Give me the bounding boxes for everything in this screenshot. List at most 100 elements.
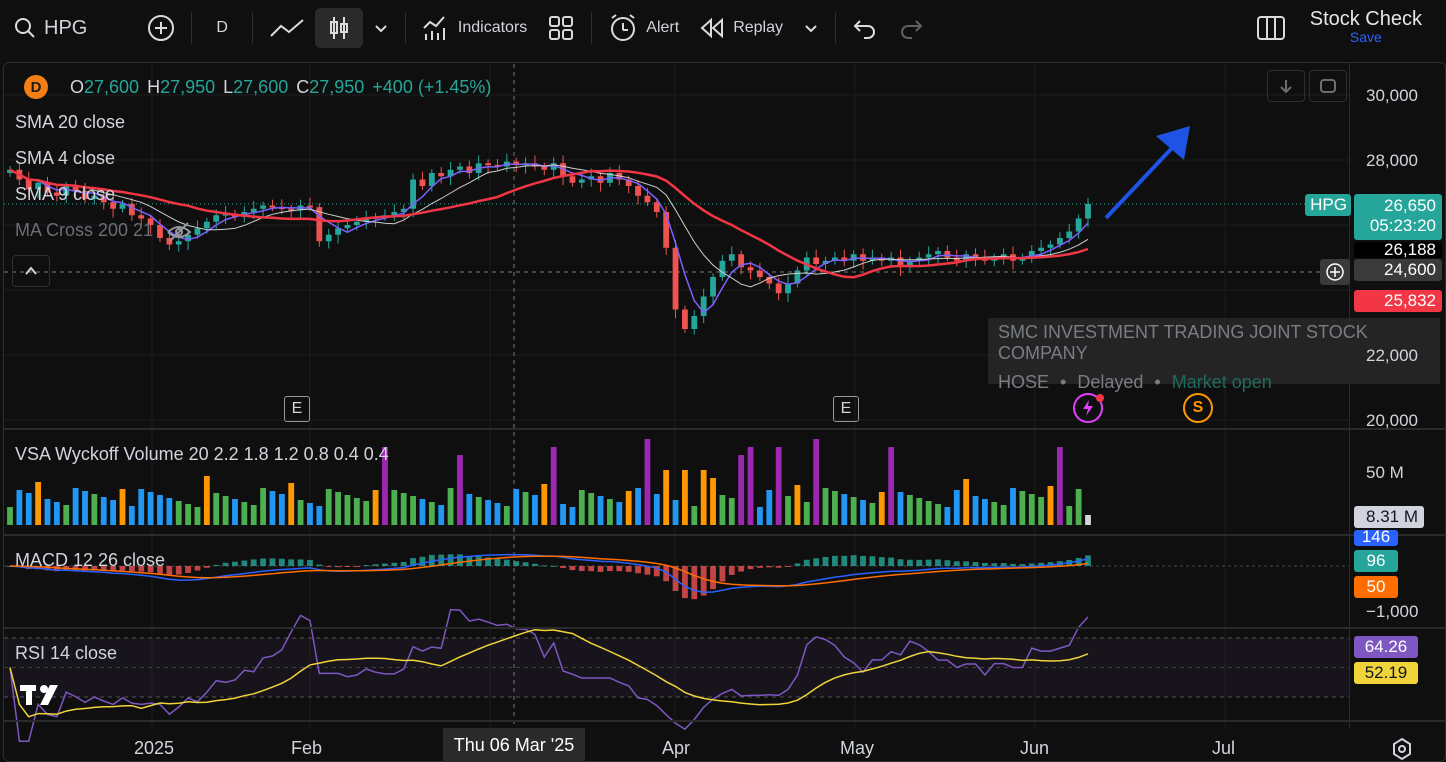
candle-body: [138, 215, 145, 219]
volume-bar: [1047, 486, 1054, 525]
volume-bar: [607, 499, 613, 525]
volume-bar: [100, 497, 107, 525]
volume-bar: [7, 507, 13, 525]
high-label: H: [147, 76, 161, 97]
volume-bar: [775, 447, 782, 525]
bar-countdown: 05:23:20: [1369, 216, 1436, 235]
volume-bar: [63, 505, 70, 525]
macd-histogram-bar: [316, 564, 323, 566]
pane-divider[interactable]: [4, 534, 1446, 536]
hidden-eye-icon[interactable]: [166, 220, 192, 249]
volume-bar: [850, 497, 857, 525]
candle-body: [719, 260, 726, 277]
volume-bar: [250, 505, 257, 525]
trend-arrow-shaft: [1104, 146, 1174, 220]
volume-bar: [757, 507, 763, 525]
split-event-icon[interactable]: S: [1183, 393, 1213, 423]
exchange-label: HOSE: [998, 372, 1050, 392]
volume-bar: [550, 447, 557, 525]
candle-body: [438, 173, 445, 177]
volume-bar: [494, 503, 501, 525]
volume-bar: [878, 492, 885, 525]
volume-bar: [944, 507, 951, 525]
macd-histogram-bar: [869, 556, 876, 566]
collapse-legend-button[interactable]: [12, 255, 50, 287]
candle-body: [1085, 203, 1091, 219]
fullscreen-button[interactable]: [1309, 70, 1347, 102]
candle-body: [119, 203, 126, 209]
candle-body: [635, 186, 641, 196]
volume-bar: [578, 490, 585, 525]
macd-histogram-bar: [560, 566, 566, 568]
macd-histogram-bar: [203, 566, 210, 568]
macd-histogram-bar: [588, 566, 595, 572]
macd-histogram-bar: [288, 559, 295, 566]
candle-body: [325, 234, 332, 242]
macd-histogram-bar: [747, 566, 754, 570]
rsi-legend[interactable]: RSI 14 close: [15, 643, 117, 664]
ma-price-tag: 25,832: [1354, 290, 1442, 312]
vsa-legend[interactable]: VSA Wyckoff Volume 20 2.2 1.8 1.2 0.8 0.…: [15, 444, 389, 465]
macd-histogram-bar: [307, 559, 313, 566]
volume-bar: [297, 500, 304, 525]
macd-histogram-bar: [850, 555, 857, 566]
earnings-event-icon[interactable]: E: [833, 396, 859, 422]
volume-bar: [307, 503, 313, 525]
sma4-legend[interactable]: SMA 4 close: [15, 148, 115, 169]
volume-bar: [44, 499, 51, 525]
open-value: 27,600: [84, 76, 140, 97]
sma-price-tag: 26,188: [1354, 242, 1442, 258]
macd-histogram-bar: [841, 555, 848, 566]
volume-bar: [147, 492, 154, 525]
volume-bar: [700, 470, 707, 525]
crosshair-date-label: Thu 06 Mar '25: [443, 728, 585, 762]
macd-hist-tag: 96: [1354, 550, 1398, 572]
x-axis-label: Feb: [291, 738, 323, 758]
settings-gear-icon[interactable]: [1390, 737, 1414, 762]
candle-body: [663, 212, 670, 248]
volume-bar: [213, 493, 220, 525]
sma20-legend[interactable]: SMA 20 close: [15, 112, 125, 133]
macd-histogram-bar: [728, 566, 735, 575]
price-tick: 22,000: [1366, 346, 1418, 365]
volume-bar: [616, 502, 623, 525]
macd-histogram-bar: [775, 566, 782, 568]
macd-histogram-bar: [738, 566, 745, 572]
pane-divider[interactable]: [4, 627, 1446, 629]
sma9-legend[interactable]: SMA 9 close: [15, 184, 115, 205]
candle-body: [944, 251, 951, 258]
volume-bar: [335, 492, 341, 525]
volume-bar: [691, 506, 698, 525]
macd-histogram-bar: [522, 562, 529, 566]
volume-bar: [710, 478, 716, 525]
volume-bar: [738, 455, 745, 525]
candle-body: [747, 267, 754, 271]
earnings-event-icon[interactable]: E: [284, 396, 310, 422]
last-price-tag: 26,650 05:23:20: [1354, 194, 1442, 240]
candle-body: [569, 176, 576, 183]
volume-bar: [1085, 515, 1091, 525]
macd-histogram-bar: [241, 560, 248, 566]
macross-legend[interactable]: MA Cross 200 21: [15, 220, 153, 241]
macd-legend[interactable]: MACD 12 26 close: [15, 550, 165, 571]
macd-histogram-bar: [916, 559, 923, 566]
macd-histogram-bar: [1019, 564, 1026, 566]
volume-bar: [194, 507, 201, 525]
volume-bar: [391, 490, 398, 525]
macd-histogram-bar: [597, 566, 604, 572]
macd-histogram-bar: [513, 561, 520, 566]
macd-histogram-bar: [607, 566, 613, 572]
add-alert-icon[interactable]: [1320, 259, 1350, 285]
market-status: Market open: [1171, 372, 1272, 392]
candle-body: [813, 257, 820, 264]
macd-histogram-bar: [991, 563, 998, 566]
tradingview-logo-icon[interactable]: [20, 683, 66, 712]
volume-bar: [991, 502, 998, 525]
volume-bar: [588, 493, 595, 525]
scroll-down-button[interactable]: [1267, 70, 1305, 102]
macd-histogram-bar: [625, 566, 632, 572]
candle-body: [691, 316, 698, 329]
pane-divider[interactable]: [4, 428, 1446, 430]
macd-histogram-bar: [185, 566, 192, 573]
volume-bar: [1010, 488, 1016, 525]
